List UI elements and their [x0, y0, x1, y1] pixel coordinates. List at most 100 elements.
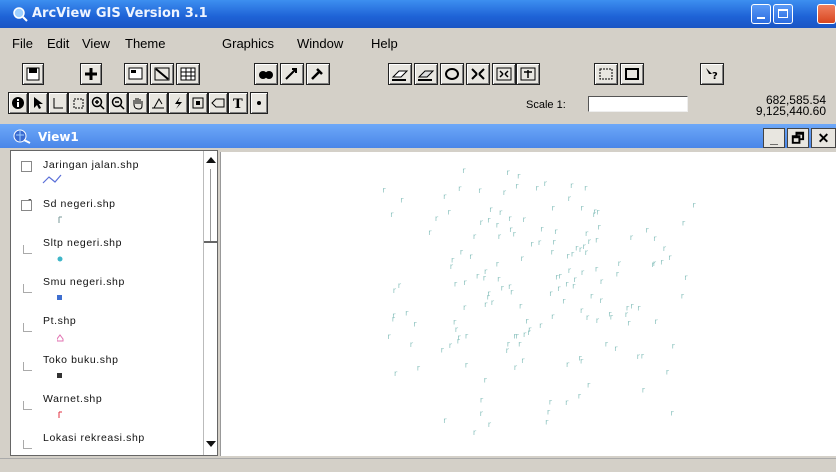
- legend-item[interactable]: Warnet.shp: [11, 389, 201, 427]
- map-point[interactable]: r: [562, 296, 566, 305]
- map-point[interactable]: r: [449, 341, 453, 350]
- map-point[interactable]: r: [480, 409, 484, 418]
- scroll-thumb[interactable]: [204, 241, 217, 243]
- map-point[interactable]: r: [443, 416, 447, 425]
- theme-checkbox[interactable]: [23, 284, 32, 293]
- map-point[interactable]: r: [491, 298, 495, 307]
- map-point[interactable]: r: [630, 233, 634, 242]
- menu-file[interactable]: File: [12, 36, 33, 51]
- map-point[interactable]: r: [580, 306, 584, 315]
- map-point[interactable]: r: [666, 368, 670, 377]
- theme-checkbox[interactable]: [23, 401, 32, 410]
- map-point[interactable]: r: [417, 364, 421, 373]
- map-point[interactable]: r: [549, 397, 553, 406]
- map-point[interactable]: r: [497, 274, 501, 283]
- scroll-track[interactable]: [210, 169, 211, 243]
- map-point[interactable]: r: [465, 361, 469, 370]
- maximize-button[interactable]: [773, 4, 793, 24]
- map-point[interactable]: r: [587, 380, 591, 389]
- open-table-button[interactable]: [176, 63, 200, 85]
- view-close-button[interactable]: ✕: [811, 128, 836, 148]
- map-point[interactable]: r: [681, 291, 685, 300]
- map-point[interactable]: r: [586, 313, 590, 322]
- map-point[interactable]: r: [600, 296, 604, 305]
- zoom-extent-button[interactable]: [466, 63, 490, 85]
- switch-selection-button[interactable]: [440, 63, 464, 85]
- theme-checkbox[interactable]: [23, 245, 32, 254]
- map-point[interactable]: r: [660, 258, 664, 267]
- scale-input[interactable]: [588, 96, 688, 112]
- map-point[interactable]: r: [565, 280, 569, 289]
- map-point[interactable]: r: [595, 236, 599, 245]
- map-point[interactable]: r: [566, 360, 570, 369]
- map-point[interactable]: r: [566, 251, 570, 260]
- find-button[interactable]: [254, 63, 278, 85]
- map-canvas[interactable]: rrrrrrrrrrrrrrrrrrrrrrrrrrrrrrrr rrrrrrrr…: [221, 152, 836, 456]
- map-point[interactable]: r: [405, 309, 409, 318]
- map-point[interactable]: r: [506, 168, 510, 177]
- zoom-to-active-button[interactable]: [492, 63, 516, 85]
- map-point[interactable]: r: [435, 214, 439, 223]
- map-point[interactable]: r: [595, 265, 599, 274]
- map-point[interactable]: r: [671, 409, 675, 418]
- map-point[interactable]: r: [390, 210, 394, 219]
- select-all-button[interactable]: [414, 63, 438, 85]
- map-point[interactable]: r: [514, 363, 518, 372]
- map-point[interactable]: r: [521, 356, 525, 365]
- legend-item[interactable]: Pt.shp: [11, 311, 201, 349]
- hotlink-tool[interactable]: [168, 92, 188, 114]
- legend-item[interactable]: Sltp negeri.shp: [11, 233, 201, 271]
- pan-tool[interactable]: [128, 92, 148, 114]
- map-point[interactable]: r: [521, 254, 525, 263]
- map-point[interactable]: r: [473, 428, 477, 437]
- map-point[interactable]: r: [387, 332, 391, 341]
- map-point[interactable]: r: [545, 417, 549, 426]
- minimize-button[interactable]: [751, 4, 771, 24]
- scroll-down-arrow-icon[interactable]: [206, 441, 216, 447]
- draw-point-tool[interactable]: [250, 92, 268, 114]
- map-point[interactable]: r: [540, 225, 544, 234]
- map-point[interactable]: r: [465, 332, 469, 341]
- map-point[interactable]: r: [580, 203, 584, 212]
- text-tool[interactable]: T: [228, 92, 248, 114]
- identify-tool[interactable]: [8, 92, 28, 114]
- map-point[interactable]: r: [496, 221, 500, 230]
- map-point[interactable]: r: [487, 215, 491, 224]
- map-point[interactable]: r: [496, 260, 500, 269]
- map-point[interactable]: r: [400, 195, 404, 204]
- map-point[interactable]: r: [653, 259, 657, 268]
- map-point[interactable]: r: [517, 171, 521, 180]
- map-point[interactable]: r: [552, 203, 556, 212]
- map-point[interactable]: r: [523, 330, 527, 339]
- area-of-interest-tool[interactable]: [188, 92, 208, 114]
- map-point[interactable]: r: [653, 234, 657, 243]
- menu-window[interactable]: Window: [297, 36, 343, 51]
- theme-checkbox[interactable]: [23, 323, 32, 332]
- toc-scrollbar[interactable]: [203, 151, 217, 455]
- label-tool[interactable]: [208, 92, 228, 114]
- map-point[interactable]: r: [480, 218, 484, 227]
- map-point[interactable]: r: [616, 269, 620, 278]
- map-point[interactable]: r: [668, 253, 672, 262]
- legend-item[interactable]: Toko buku.shp: [11, 350, 201, 388]
- map-point[interactable]: r: [382, 186, 386, 195]
- save-button[interactable]: [22, 63, 44, 85]
- zoom-selected-button[interactable]: [516, 63, 540, 85]
- map-point[interactable]: r: [410, 340, 414, 349]
- map-point[interactable]: r: [518, 340, 522, 349]
- map-point[interactable]: r: [536, 184, 540, 193]
- map-point[interactable]: r: [641, 352, 645, 361]
- map-point[interactable]: r: [523, 215, 527, 224]
- add-theme-button[interactable]: [80, 63, 102, 85]
- measure-tool[interactable]: [148, 92, 168, 114]
- map-point[interactable]: r: [473, 232, 477, 241]
- legend-item[interactable]: Jaringan jalan.shp: [11, 155, 201, 193]
- map-point[interactable]: r: [443, 192, 447, 201]
- menu-view[interactable]: View: [82, 36, 110, 51]
- map-point[interactable]: r: [448, 208, 452, 217]
- zoom-in-fixed-button[interactable]: [594, 63, 618, 85]
- map-point[interactable]: r: [394, 369, 398, 378]
- map-point[interactable]: r: [488, 420, 492, 429]
- legend-item[interactable]: Smu negeri.shp: [11, 272, 201, 310]
- theme-checkbox[interactable]: [21, 200, 32, 211]
